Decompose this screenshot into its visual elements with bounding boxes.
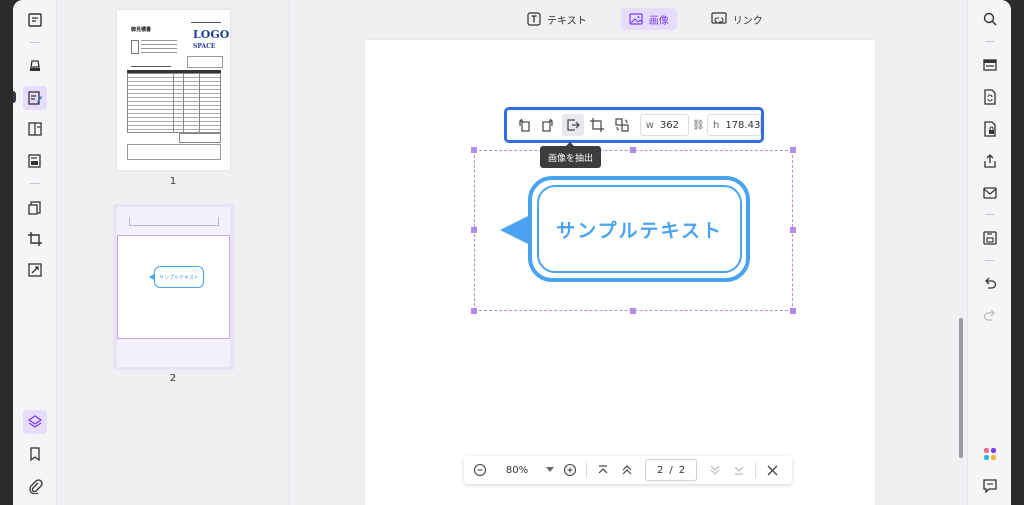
search-icon[interactable] bbox=[978, 7, 1002, 31]
nav-divider bbox=[755, 462, 756, 478]
thumb-bubble: サンプルテキスト bbox=[154, 266, 204, 288]
crop-page-icon[interactable] bbox=[23, 227, 47, 251]
resize-handle-sw[interactable] bbox=[471, 308, 477, 314]
tab-link-label: リンク bbox=[732, 15, 763, 27]
resize-handle-ne[interactable] bbox=[790, 147, 796, 153]
organize-pages-icon[interactable] bbox=[23, 117, 47, 141]
width-label: w bbox=[645, 119, 654, 131]
replace-image-icon[interactable] bbox=[611, 114, 633, 136]
protect-icon[interactable] bbox=[978, 117, 1002, 141]
thumbnail-panel: 御見積書 LOGO SPACE 1 サンプルテキスト 2 bbox=[58, 0, 290, 505]
zoom-in-icon[interactable] bbox=[558, 458, 582, 482]
zoom-out-icon[interactable] bbox=[468, 458, 492, 482]
tab-link[interactable]: リンク bbox=[703, 8, 771, 30]
convert-file-icon[interactable] bbox=[978, 85, 1002, 109]
page-navigation-bar: 80% 2 / 2 bbox=[464, 456, 792, 484]
rail-divider bbox=[30, 42, 40, 43]
form-icon[interactable] bbox=[23, 149, 47, 173]
app-window: 御見積書 LOGO SPACE 1 サンプルテキスト 2 テキスト 画像 リンク… bbox=[13, 0, 1011, 505]
resize-handle-nw[interactable] bbox=[471, 147, 477, 153]
current-page: 2 bbox=[656, 464, 664, 476]
compress-icon[interactable] bbox=[23, 258, 47, 282]
share-icon[interactable] bbox=[978, 149, 1002, 173]
bubble-text: サンプルテキスト bbox=[537, 185, 742, 273]
right-tool-rail bbox=[967, 0, 1011, 505]
aspect-lock-icon[interactable]: ⛓ bbox=[692, 120, 705, 131]
rail-divider bbox=[985, 260, 995, 261]
nav-divider bbox=[586, 462, 587, 478]
page-number-2: 2 bbox=[169, 373, 177, 384]
link-icon bbox=[711, 12, 727, 24]
resize-handle-w[interactable] bbox=[471, 227, 477, 233]
vertical-scrollbar[interactable] bbox=[959, 318, 963, 458]
rail-divider bbox=[30, 183, 40, 184]
extract-image-icon[interactable] bbox=[562, 114, 584, 136]
page-separator: / bbox=[669, 464, 673, 476]
page-number-input[interactable]: 2 / 2 bbox=[645, 459, 697, 481]
attachment-icon[interactable] bbox=[23, 474, 47, 498]
bubble-tail bbox=[500, 215, 530, 245]
tab-image[interactable]: 画像 bbox=[620, 8, 677, 30]
reader-icon[interactable] bbox=[23, 8, 47, 32]
rotate-right-icon[interactable] bbox=[538, 114, 560, 136]
height-value: 178.43 bbox=[725, 119, 761, 131]
thumb-logo: LOGO SPACE bbox=[193, 28, 230, 50]
last-page-icon[interactable] bbox=[727, 458, 751, 482]
image-edit-toolbar: w 362 ⛓ h 178.43 bbox=[504, 107, 764, 143]
resize-handle-n[interactable] bbox=[630, 147, 636, 153]
width-value: 362 bbox=[659, 119, 680, 131]
tab-text-label: テキスト bbox=[547, 15, 587, 27]
convert-icon[interactable] bbox=[23, 196, 47, 220]
ai-assistant-icon[interactable] bbox=[978, 442, 1002, 466]
height-label: h bbox=[712, 119, 720, 131]
total-pages: 2 bbox=[678, 464, 686, 476]
zoom-value[interactable]: 80% bbox=[492, 465, 542, 476]
resize-handle-s[interactable] bbox=[630, 308, 636, 314]
first-page-icon[interactable] bbox=[591, 458, 615, 482]
ocr-icon[interactable] bbox=[978, 53, 1002, 77]
bookmark-icon[interactable] bbox=[23, 442, 47, 466]
resize-handle-e[interactable] bbox=[790, 227, 796, 233]
save-icon[interactable] bbox=[978, 226, 1002, 250]
rail-divider bbox=[985, 41, 995, 42]
edit-pdf-icon[interactable] bbox=[23, 86, 47, 110]
height-field[interactable]: h 178.43 bbox=[706, 114, 761, 136]
edit-mode-tabs: テキスト 画像 リンク bbox=[519, 8, 771, 30]
highlighter-icon[interactable] bbox=[23, 54, 47, 78]
rail-divider bbox=[985, 214, 995, 215]
email-icon[interactable] bbox=[978, 181, 1002, 205]
page-thumbnail-1[interactable]: 御見積書 LOGO SPACE bbox=[117, 10, 230, 170]
panel-collapse-handle[interactable] bbox=[13, 91, 16, 103]
page-number-1: 1 bbox=[169, 176, 177, 187]
page-thumbnail-2[interactable]: サンプルテキスト bbox=[113, 204, 235, 370]
crop-icon[interactable] bbox=[587, 114, 609, 136]
resize-handle-se[interactable] bbox=[790, 308, 796, 314]
tab-text[interactable]: テキスト bbox=[519, 8, 595, 30]
close-icon[interactable] bbox=[760, 458, 784, 482]
width-field[interactable]: w 362 bbox=[639, 114, 689, 136]
previous-page-icon[interactable] bbox=[615, 458, 639, 482]
undo-icon[interactable] bbox=[978, 272, 1002, 296]
left-tool-rail bbox=[13, 0, 57, 505]
thumb-heading: 御見積書 bbox=[131, 27, 152, 33]
extract-image-tooltip: 画像を抽出 bbox=[540, 146, 602, 168]
layers-icon[interactable] bbox=[23, 410, 47, 434]
tab-image-label: 画像 bbox=[648, 15, 669, 27]
next-page-icon[interactable] bbox=[703, 458, 727, 482]
redo-icon[interactable] bbox=[978, 304, 1002, 328]
comment-icon[interactable] bbox=[978, 474, 1002, 498]
text-icon bbox=[527, 12, 541, 26]
zoom-dropdown-icon[interactable] bbox=[542, 458, 558, 482]
rotate-left-icon[interactable] bbox=[513, 114, 535, 136]
image-icon bbox=[629, 13, 643, 25]
